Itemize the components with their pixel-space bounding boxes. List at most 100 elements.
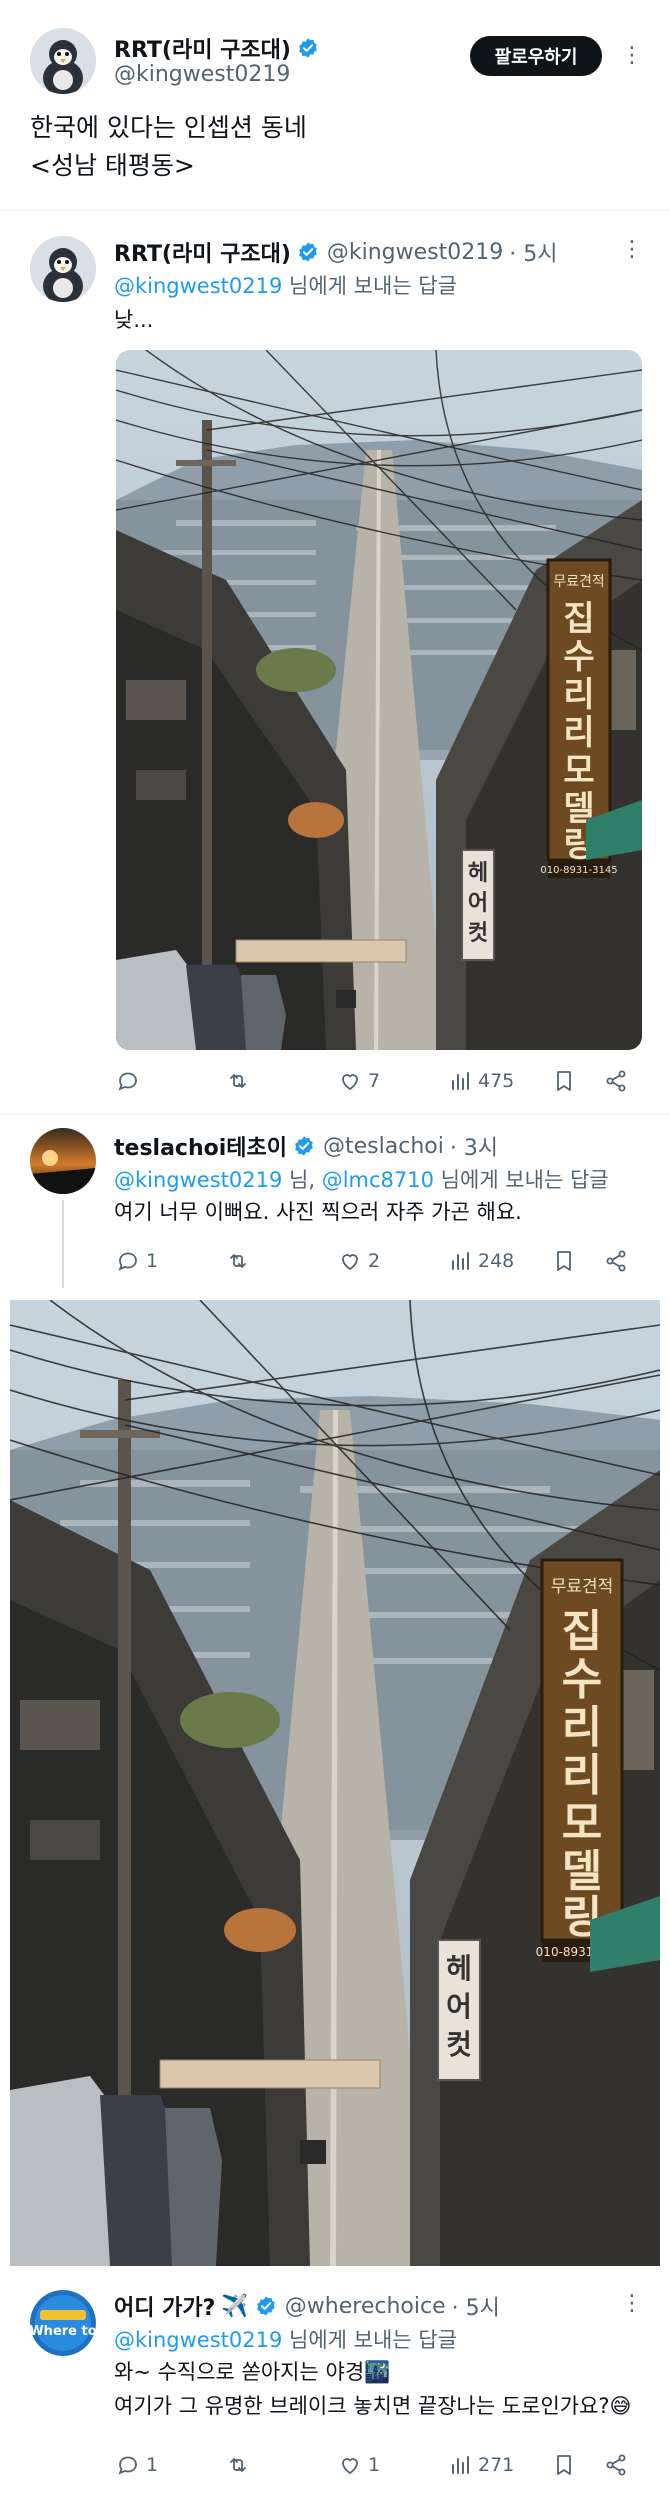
author-avatar[interactable]	[30, 28, 96, 94]
reply2-replying-to-label: 님에게 보내는 답글	[434, 1168, 609, 1192]
verified-badge-icon	[297, 37, 319, 59]
more-options-icon[interactable]: ⋮	[620, 44, 644, 68]
like-count: 7	[368, 1070, 381, 1092]
reply2-header: teslachoi테초이 @teslachoi · 3시	[114, 1130, 498, 1162]
author-name-row: RRT(라미 구조대)	[114, 32, 319, 64]
reply3-timestamp[interactable]: · 5시	[452, 2290, 500, 2322]
reply3-replying-to: @kingwest0219 님에게 보내는 답글	[114, 2324, 457, 2354]
shared-photo-large[interactable]: 무료견적 집수리리모델링 010-8931-3145 헤어컷	[10, 1300, 660, 2266]
photo-sign-top: 무료견적	[551, 1577, 614, 1597]
follow-button[interactable]: 팔로우하기	[470, 36, 602, 76]
author-handle[interactable]: @kingwest0219	[114, 62, 290, 87]
post-text-line1: 한국에 있다는 인셉션 동네	[30, 113, 307, 142]
divider	[0, 1114, 670, 1115]
svg-text:집: 집	[562, 1606, 602, 1657]
share-button[interactable]	[604, 1249, 628, 1273]
more-options-icon[interactable]: ⋮	[620, 238, 644, 262]
svg-text:컷: 컷	[468, 921, 488, 946]
views-count: 248	[478, 1250, 515, 1272]
share-button[interactable]	[604, 2453, 628, 2477]
svg-text:리: 리	[562, 1750, 602, 1801]
reply1-text: 낮...	[114, 308, 154, 332]
svg-text:컷: 컷	[446, 2028, 472, 2061]
reply3-author-name[interactable]: 어디 가가?	[114, 2290, 215, 2322]
reply3-author-handle[interactable]: @wherechoice	[285, 2294, 446, 2319]
street-photo-image: 무료견적 집수리리모델링 010-8931-3145 헤어컷	[116, 350, 642, 1050]
reply-count: 1	[146, 2454, 159, 2476]
reply3-header: 어디 가가? ✈️ @wherechoice · 5시	[114, 2290, 500, 2322]
reply-button[interactable]: 1	[116, 2453, 158, 2477]
repost-button[interactable]	[226, 1249, 256, 1273]
heart-icon	[342, 1074, 358, 1091]
where-to-logo-icon: Where to	[30, 2290, 96, 2356]
reply-button[interactable]: 1	[116, 1249, 158, 1273]
photo-sign-top: 무료견적	[553, 574, 605, 590]
like-count: 2	[368, 1250, 381, 1272]
reply2-author-handle[interactable]: @teslachoi	[323, 1134, 444, 1159]
thread-connector-line	[62, 1200, 64, 1288]
bookmark-button[interactable]	[552, 1069, 576, 1093]
reply2-timestamp[interactable]: · 3시	[450, 1130, 498, 1162]
reply2-mention-1[interactable]: @kingwest0219	[114, 1168, 282, 1192]
svg-text:어: 어	[468, 891, 488, 916]
bookmark-button[interactable]	[552, 2453, 576, 2477]
svg-text:리: 리	[562, 1702, 602, 1753]
bookmark-icon	[557, 2455, 571, 2475]
airplane-emoji-icon: ✈️	[221, 2293, 249, 2319]
reply2-replying-to-sep: 님,	[282, 1168, 322, 1192]
reply1-timestamp[interactable]: · 5시	[509, 236, 557, 268]
views-chart-icon	[452, 2456, 469, 2474]
bookmark-button[interactable]	[552, 1249, 576, 1273]
repost-button[interactable]	[226, 1069, 256, 1093]
svg-text:수: 수	[562, 1654, 602, 1705]
share-icon	[606, 2454, 626, 2476]
verified-badge-icon	[297, 241, 319, 263]
reply-button[interactable]	[116, 1069, 146, 1093]
reply1-photo[interactable]: 무료견적 집수리리모델링 010-8931-3145 헤어컷	[116, 350, 642, 1050]
share-button[interactable]	[604, 1069, 628, 1093]
repost-icon	[230, 2458, 246, 2472]
like-button[interactable]: 7	[338, 1069, 380, 1093]
penguin-avatar-icon	[30, 236, 96, 302]
svg-text:델: 델	[562, 1846, 602, 1897]
reply2-mention-2[interactable]: @lmc8710	[322, 1168, 434, 1192]
reply1-header: RRT(라미 구조대) @kingwest0219 · 5시	[114, 236, 557, 268]
reply3-mention[interactable]: @kingwest0219	[114, 2328, 282, 2352]
views-button[interactable]: 475	[448, 1069, 514, 1093]
views-chart-icon	[452, 1252, 469, 1270]
reply1-author-handle[interactable]: @kingwest0219	[327, 240, 503, 265]
reply3-avatar[interactable]: Where to	[30, 2290, 96, 2356]
reply1-avatar[interactable]	[30, 236, 96, 302]
svg-text:수: 수	[563, 637, 594, 677]
reply1-mention[interactable]: @kingwest0219	[114, 274, 282, 298]
views-button[interactable]: 248	[448, 1249, 514, 1273]
reply1-action-bar: 7 475	[116, 1066, 636, 1096]
more-options-icon[interactable]: ⋮	[620, 2292, 644, 2316]
thread-page: RRT(라미 구조대) @kingwest0219 팔로우하기 ⋮ 한국에 있다…	[0, 0, 670, 2503]
like-button[interactable]: 2	[338, 1249, 380, 1273]
verified-badge-icon	[255, 2295, 277, 2317]
svg-text:모: 모	[562, 1798, 602, 1849]
svg-text:리: 리	[563, 675, 594, 715]
reply2-author-name[interactable]: teslachoi테초이	[114, 1130, 287, 1162]
author-name[interactable]: RRT(라미 구조대)	[114, 32, 291, 64]
reply-icon	[118, 1072, 137, 1091]
reply3-text-line2: 여기가 그 유명한 브레이크 놓치면 끝장나는 도로인가요?😅	[114, 2394, 632, 2418]
svg-text:모: 모	[563, 751, 594, 791]
like-button[interactable]: 1	[338, 2453, 380, 2477]
repost-button[interactable]	[226, 2453, 256, 2477]
share-icon	[606, 1250, 626, 1272]
views-button[interactable]: 271	[448, 2453, 514, 2477]
views-count: 271	[478, 2454, 515, 2476]
reply2-avatar[interactable]	[30, 1128, 96, 1194]
sunset-avatar-icon	[30, 1128, 96, 1194]
bookmark-icon	[557, 1251, 571, 1271]
svg-text:어: 어	[446, 1990, 472, 2023]
reply2-action-bar: 1 2 248	[116, 1246, 636, 1276]
reply1-author-name[interactable]: RRT(라미 구조대)	[114, 236, 291, 268]
verified-badge-icon	[293, 1135, 315, 1157]
repost-icon	[230, 1254, 246, 1268]
reply2-replying-to: @kingwest0219 님, @lmc8710 님에게 보내는 답글	[114, 1164, 609, 1194]
share-icon	[606, 1070, 626, 1092]
reply-count: 1	[146, 1250, 159, 1272]
